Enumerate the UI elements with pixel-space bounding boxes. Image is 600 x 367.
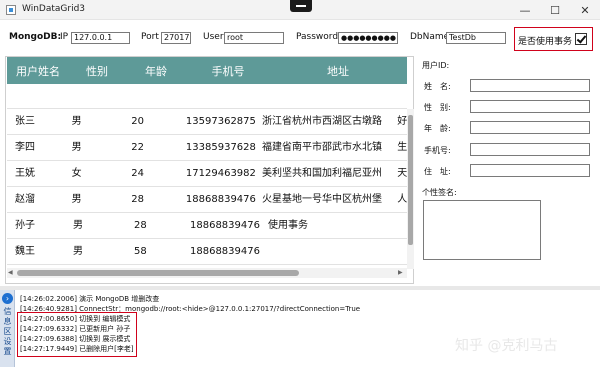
dbname-field[interactable]: TestDb xyxy=(446,32,506,44)
cell-age[interactable]: 22 xyxy=(121,135,182,161)
log-panel: › 信息区设置 [14:26:02.2006] 演示 MongoDB 增删改查 … xyxy=(0,290,600,367)
grid-body: 张三 男 20 13597362875 浙江省杭州市西湖区古墩路 好 李四 男 … xyxy=(7,109,407,267)
table-row[interactable]: 张三 男 20 13597362875 浙江省杭州市西湖区古墩路 好 xyxy=(7,109,407,135)
user-detail-panel: 用户ID: 姓 名: 性 别: 年 龄: 手机号: 住 址: 个性签名: xyxy=(420,56,600,284)
expand-arrow-icon[interactable]: › xyxy=(2,293,13,304)
cell-gender[interactable]: 男 xyxy=(66,187,122,213)
cell-extra[interactable]: 人 xyxy=(397,187,407,213)
age-label: 年 龄: xyxy=(424,124,451,133)
cell-extra[interactable]: 好 xyxy=(397,109,407,135)
cell-age[interactable]: 28 xyxy=(121,187,182,213)
password-label: Password xyxy=(296,32,339,42)
table-row[interactable]: 王妩 女 24 17129463982 美利坚共和国加利福尼亚州 天 xyxy=(7,161,407,187)
log-settings-tab[interactable]: › 信息区设置 xyxy=(0,290,15,367)
transaction-label: 是否使用事务 xyxy=(518,37,573,47)
user-label: User xyxy=(203,32,224,42)
port-field[interactable]: 27017 xyxy=(161,32,191,44)
cell-age[interactable]: 28 xyxy=(124,213,186,239)
phone-label: 手机号: xyxy=(424,146,451,155)
column-header-gender[interactable]: 性别 xyxy=(69,57,125,84)
cell-phone[interactable]: 13385937628 xyxy=(182,135,258,161)
mongodb-label: MongoDB: xyxy=(9,32,62,42)
watermark: 知乎 @克利马古 xyxy=(455,338,558,354)
cell-address[interactable]: 福建省南平市邵武市水北镇 xyxy=(258,135,397,161)
cell-gender[interactable]: 男 xyxy=(66,109,122,135)
table-row[interactable]: 李四 男 22 13385937628 福建省南平市邵武市水北镇 生 xyxy=(7,135,407,161)
user-data-grid[interactable]: 用户姓名 性别 年龄 手机号 地址 张三 男 20 13597362875 浙江… xyxy=(5,56,414,284)
phone-field[interactable] xyxy=(470,143,590,156)
signature-label: 个性签名: xyxy=(422,188,457,197)
column-header-age[interactable]: 年龄 xyxy=(125,57,187,84)
app-icon xyxy=(6,5,16,15)
cell-gender[interactable]: 男 xyxy=(67,239,124,265)
cell-phone[interactable]: 17129463982 xyxy=(182,161,258,187)
app-window: WinDataGrid3 — ☐ ✕ MongoDB: IP 127.0.0.1… xyxy=(0,0,600,367)
column-header-phone[interactable]: 手机号 xyxy=(187,57,269,84)
transaction-checkbox[interactable] xyxy=(575,33,587,45)
address-label: 住 址: xyxy=(424,167,451,176)
close-button[interactable]: ✕ xyxy=(570,0,600,20)
cell-address[interactable]: 火星基地一号华中区杭州堡 xyxy=(258,187,397,213)
user-id-label: 用户ID: xyxy=(422,61,450,70)
cell-name[interactable]: 魏王 xyxy=(7,239,67,265)
minimize-button[interactable]: — xyxy=(510,0,540,20)
signature-field[interactable] xyxy=(423,200,541,260)
cell-extra[interactable]: 天 xyxy=(397,161,407,187)
log-line: [14:26:02.2006] 演示 MongoDB 增删改查 xyxy=(20,295,160,303)
horizontal-scroll-thumb[interactable] xyxy=(17,270,299,276)
cell-name[interactable]: 王妩 xyxy=(7,161,66,187)
name-label: 姓 名: xyxy=(424,82,451,91)
cell-age[interactable]: 24 xyxy=(121,161,182,187)
table-row[interactable]: 孙子 男 28 18868839476 使用事务 xyxy=(7,213,407,239)
gender-label: 性 别: xyxy=(424,103,451,112)
scroll-right-arrow-icon[interactable]: ▶ xyxy=(398,269,403,276)
cell-address[interactable]: 浙江省杭州市西湖区古墩路 xyxy=(258,109,397,135)
title-bar[interactable]: WinDataGrid3 — ☐ ✕ xyxy=(0,0,600,20)
address-field[interactable] xyxy=(470,164,590,177)
horizontal-scrollbar[interactable]: ◀ ▶ xyxy=(7,268,407,278)
name-field[interactable] xyxy=(470,79,590,92)
user-field[interactable]: root xyxy=(224,32,284,44)
dbname-label: DbName xyxy=(410,32,450,42)
column-header-address[interactable]: 地址 xyxy=(269,57,407,84)
cell-extra[interactable]: 生 xyxy=(397,135,407,161)
gender-field[interactable] xyxy=(470,100,590,113)
log-highlight-box xyxy=(17,312,137,357)
vertical-scroll-thumb[interactable] xyxy=(408,115,413,245)
table-row[interactable]: 魏王 男 58 18868839476 xyxy=(7,239,407,265)
table-row[interactable]: 赵溜 男 28 18868839476 火星基地一号华中区杭州堡 人 xyxy=(7,187,407,213)
cell-address[interactable]: 美利坚共和国加利福尼亚州 xyxy=(258,161,397,187)
cell-gender[interactable]: 女 xyxy=(66,161,122,187)
cell-phone[interactable]: 18868839476 xyxy=(186,213,264,239)
cell-name[interactable]: 张三 xyxy=(7,109,66,135)
cell-phone[interactable]: 18868839476 xyxy=(186,239,264,265)
vertical-scrollbar[interactable] xyxy=(407,109,414,269)
ip-field[interactable]: 127.0.0.1 xyxy=(71,32,130,44)
age-field[interactable] xyxy=(470,121,590,134)
connection-bar: MongoDB: IP 127.0.0.1 Port 27017 User ro… xyxy=(0,20,600,56)
port-label: Port xyxy=(141,32,159,42)
grid-header: 用户姓名 性别 年龄 手机号 地址 xyxy=(7,57,407,84)
cell-phone[interactable]: 18868839476 xyxy=(182,187,258,213)
password-field[interactable]: ●●●●●●●●● xyxy=(338,32,398,44)
window-title: WinDataGrid3 xyxy=(22,4,86,14)
maximize-button[interactable]: ☐ xyxy=(540,0,570,20)
cell-gender[interactable]: 男 xyxy=(67,213,124,239)
cell-name[interactable]: 赵溜 xyxy=(7,187,66,213)
cell-gender[interactable]: 男 xyxy=(66,135,122,161)
ip-label: IP xyxy=(60,32,69,42)
column-header-name[interactable]: 用户姓名 xyxy=(7,57,69,84)
scroll-left-arrow-icon[interactable]: ◀ xyxy=(8,269,13,276)
cell-age[interactable]: 58 xyxy=(124,239,186,265)
cell-age[interactable]: 20 xyxy=(121,109,182,135)
cell-name[interactable]: 李四 xyxy=(7,135,66,161)
cell-name[interactable]: 孙子 xyxy=(7,213,67,239)
cell-address[interactable] xyxy=(264,239,407,265)
transaction-toggle[interactable]: 是否使用事务 xyxy=(514,27,593,51)
cell-address[interactable]: 使用事务 xyxy=(264,213,407,239)
cell-phone[interactable]: 13597362875 xyxy=(182,109,258,135)
grid-empty-row[interactable] xyxy=(7,84,407,109)
drag-handle[interactable] xyxy=(290,0,312,12)
log-tab-label: 信息区设置 xyxy=(3,307,12,356)
